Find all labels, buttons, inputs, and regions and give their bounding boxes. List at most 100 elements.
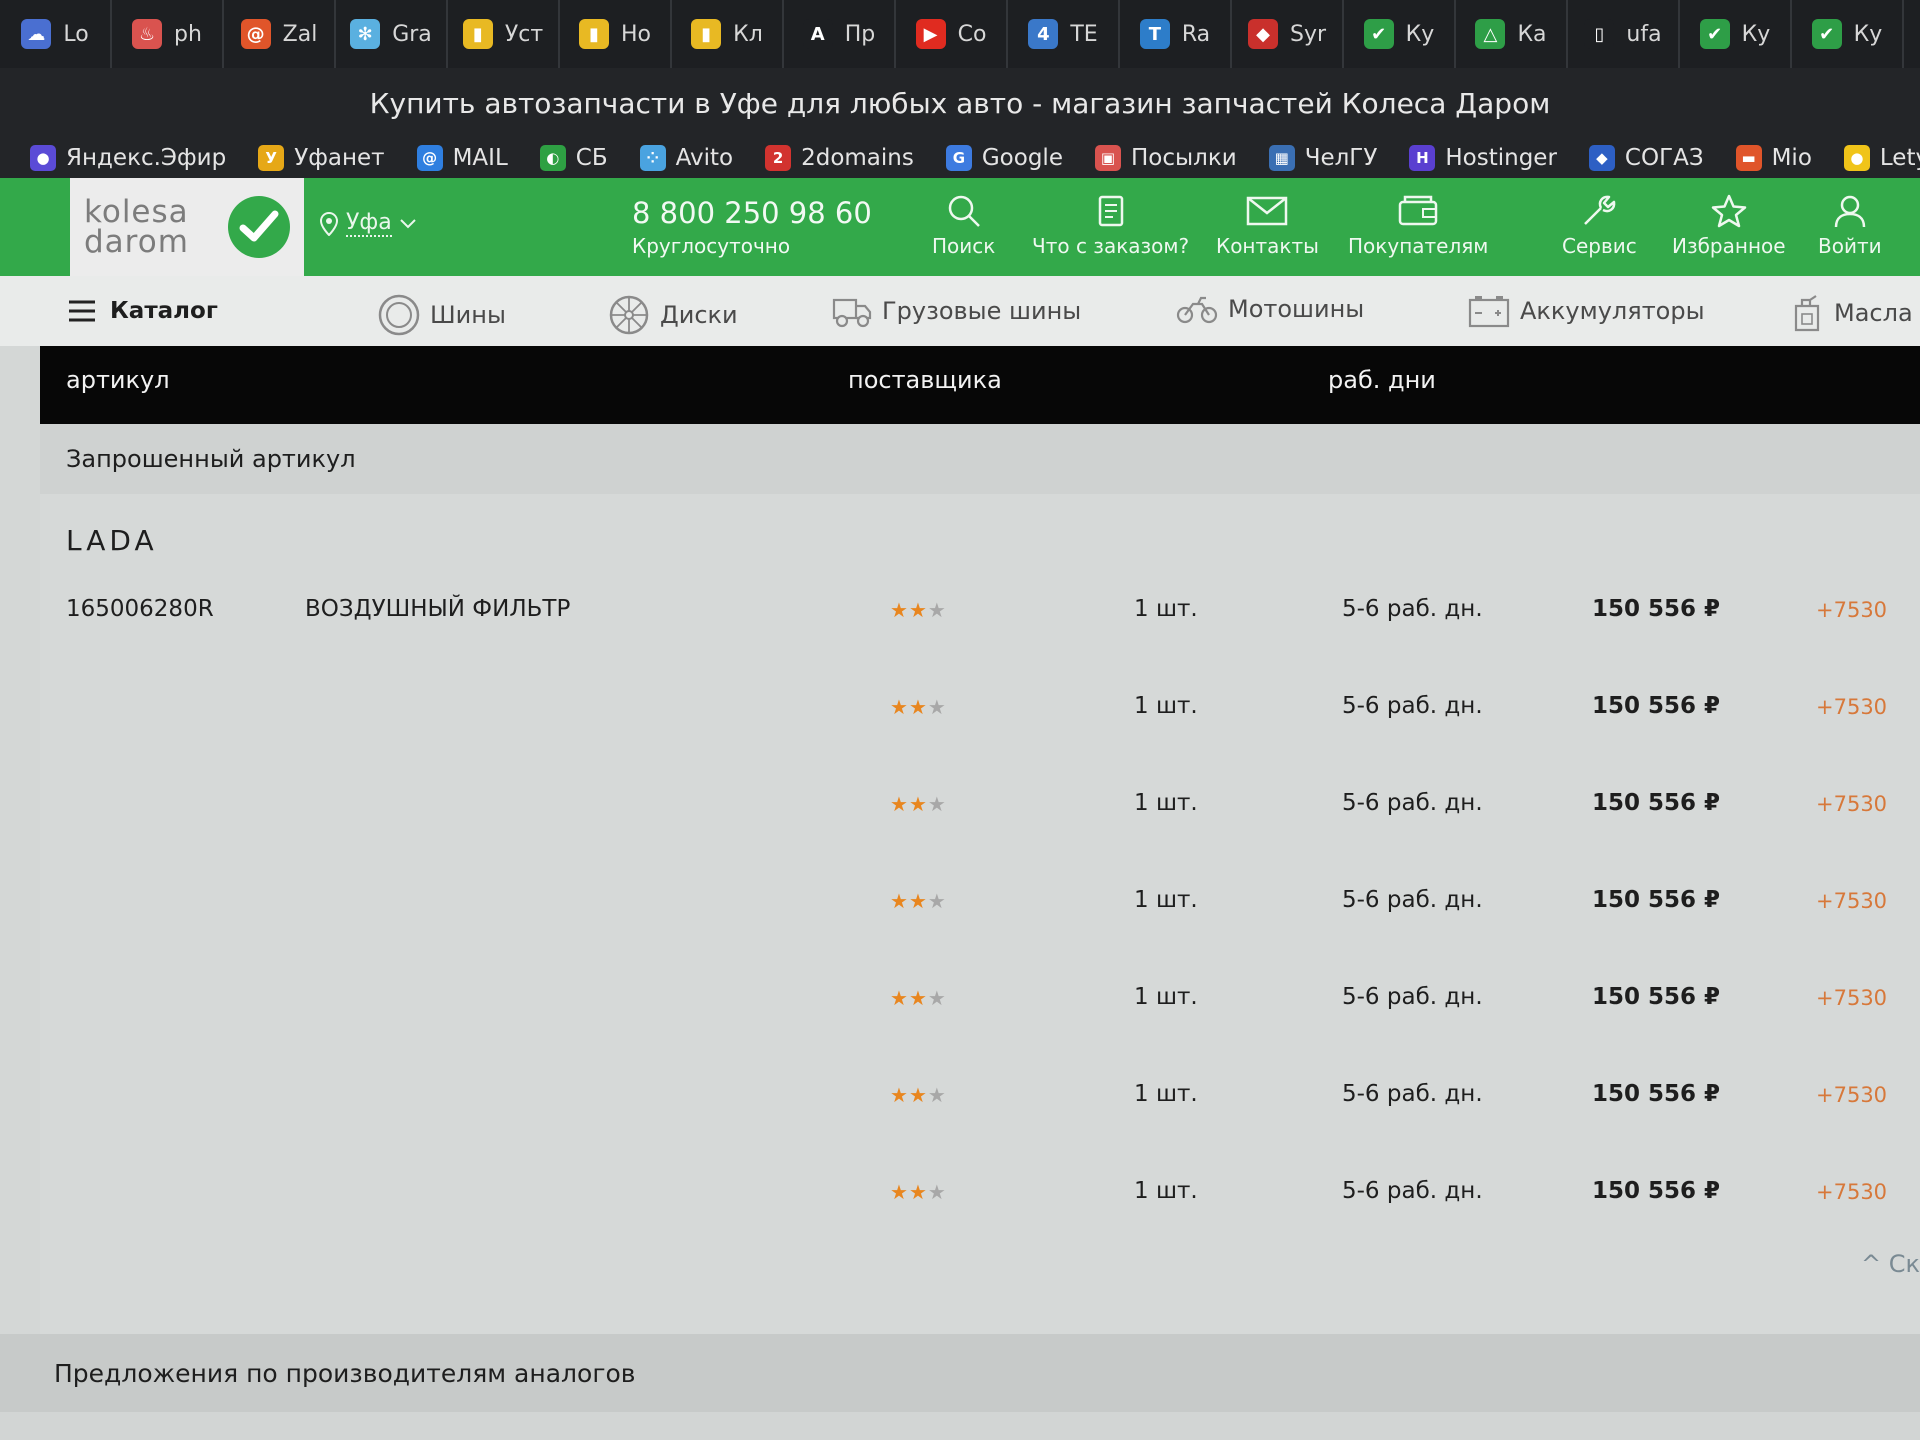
- browser-tab[interactable]: ✔ Ку: [1680, 0, 1792, 68]
- catalog-menu-button[interactable]: Каталог: [68, 298, 218, 324]
- price: 150 556 ₽: [1592, 596, 1721, 622]
- wallet-icon: [1398, 195, 1438, 226]
- results-table-header: артикул поставщика раб. дни: [40, 346, 1920, 424]
- supplier-rating: ★★★: [890, 598, 947, 622]
- delivery-term: 5-6 раб. дн.: [1342, 596, 1483, 622]
- category-wheels[interactable]: Диски: [608, 294, 738, 336]
- bookmark-item[interactable]: ▣ Посылки: [1094, 145, 1237, 171]
- header-supplier: поставщика: [848, 366, 1002, 394]
- price: 150 556 ₽: [1592, 984, 1721, 1010]
- nav-search[interactable]: Поиск: [932, 194, 995, 258]
- scroll-up-label: Ск: [1888, 1250, 1920, 1278]
- star-filled-icon: ★: [890, 598, 909, 622]
- bookmark-label: Mio: [1771, 145, 1812, 171]
- phone-block[interactable]: 8 800 250 98 60 Круглосуточно: [632, 196, 872, 258]
- bookmark-item[interactable]: ⁘ Avito: [639, 145, 733, 171]
- nav-order-status[interactable]: Что с заказом?: [1032, 194, 1189, 258]
- table-row[interactable]: ★★★ 1 шт. 5-6 раб. дн. 150 556 ₽ +7530: [40, 1067, 1920, 1127]
- bookmark-item[interactable]: ▬ Mio: [1735, 145, 1812, 171]
- browser-tab[interactable]: ◆ Syr: [1232, 0, 1344, 68]
- star-empty-icon: ★: [927, 695, 947, 719]
- truck-icon: [832, 298, 872, 328]
- category-tires[interactable]: Шины: [378, 294, 506, 336]
- browser-tab[interactable]: ▮ Уст: [448, 0, 560, 68]
- nav-login[interactable]: Войти: [1818, 194, 1882, 258]
- category-wheels-label: Диски: [660, 301, 738, 329]
- browser-tab[interactable]: @ Zal: [224, 0, 336, 68]
- browser-tab-label: Syr: [1289, 21, 1327, 47]
- bonus-points[interactable]: +7530: [1816, 1083, 1887, 1107]
- bookmark-item[interactable]: G Google: [945, 145, 1063, 171]
- table-row[interactable]: ★★★ 1 шт. 5-6 раб. дн. 150 556 ₽ +7530: [40, 1164, 1920, 1224]
- header-term: раб. дни: [1328, 366, 1436, 394]
- table-row[interactable]: ★★★ 1 шт. 5-6 раб. дн. 150 556 ₽ +7530: [40, 873, 1920, 933]
- google-translate-icon: G: [945, 145, 972, 171]
- scroll-up-button[interactable]: ^ Ск: [1861, 1250, 1920, 1278]
- table-row[interactable]: ★★★ 1 шт. 5-6 раб. дн. 150 556 ₽ +7530: [40, 776, 1920, 836]
- bookmark-item[interactable]: ● LetyShops: [1843, 145, 1920, 171]
- nav-search-label: Поиск: [932, 234, 996, 258]
- category-oils[interactable]: Масла: [1790, 294, 1913, 332]
- category-moto-tires[interactable]: Мотошины: [1176, 294, 1364, 324]
- site-logo[interactable]: kolesa darom: [70, 178, 304, 276]
- browser-tab[interactable]: ▯ ufa: [1568, 0, 1680, 68]
- browser-tab[interactable]: ♨ ph: [112, 0, 224, 68]
- bookmark-item[interactable]: ● Яндекс.Эфир: [30, 145, 226, 171]
- nav-favorites[interactable]: Избранное: [1672, 194, 1786, 258]
- bookmark-item[interactable]: ▦ ЧелГУ: [1268, 145, 1377, 171]
- bookmark-label: Посылки: [1130, 145, 1237, 171]
- analogs-label: Предложения по производителям аналогов: [54, 1358, 636, 1388]
- nav-contacts-label: Контакты: [1216, 234, 1319, 258]
- tire-icon: [378, 294, 420, 336]
- bookmark-label: СОГАЗ: [1624, 145, 1704, 171]
- category-batteries[interactable]: Аккумуляторы: [1468, 294, 1705, 328]
- requested-article-section: Запрошенный артикул: [40, 424, 1920, 494]
- nav-contacts[interactable]: Контакты: [1216, 194, 1319, 258]
- browser-tab[interactable]: ✻ Gra: [336, 0, 448, 68]
- price: 150 556 ₽: [1592, 887, 1721, 913]
- analogs-section[interactable]: Предложения по производителям аналогов: [0, 1334, 1920, 1412]
- order-document-icon: [1098, 195, 1123, 227]
- bookmark-item[interactable]: ◐ СБ: [539, 145, 608, 171]
- browser-tab[interactable]: A Пр: [784, 0, 896, 68]
- browser-tab-label: ufa: [1626, 21, 1662, 47]
- table-row[interactable]: ★★★ 1 шт. 5-6 раб. дн. 150 556 ₽ +7530: [40, 679, 1920, 739]
- star-empty-icon: ★: [927, 986, 947, 1010]
- browser-tab[interactable]: ▮ Кл: [672, 0, 784, 68]
- browser-tab[interactable]: ▶ Co: [896, 0, 1008, 68]
- table-row[interactable]: 165006280R ВОЗДУШНЫЙ ФИЛЬТР ★★★ 1 шт. 5-6 ра…: [40, 582, 1920, 642]
- price: 150 556 ₽: [1592, 790, 1721, 816]
- bonus-points[interactable]: +7530: [1816, 598, 1887, 622]
- bookmark-item[interactable]: @ MAIL: [416, 145, 508, 171]
- browser-tab-label: Lo: [63, 21, 89, 47]
- browser-tab[interactable]: △ Ка: [1456, 0, 1568, 68]
- bookmark-item[interactable]: ◆ СОГАЗ: [1588, 145, 1704, 171]
- bonus-points[interactable]: +7530: [1816, 792, 1887, 816]
- quantity: 1 шт.: [1134, 1178, 1198, 1204]
- browser-tab[interactable]: ✔ Ку: [1344, 0, 1456, 68]
- category-truck-tires-label: Грузовые шины: [882, 297, 1082, 325]
- quantity: 1 шт.: [1134, 887, 1198, 913]
- bonus-points[interactable]: +7530: [1816, 889, 1887, 913]
- browser-tab[interactable]: T Ra: [1120, 0, 1232, 68]
- star-filled-icon: ★: [908, 1083, 928, 1107]
- browser-tab[interactable]: 4 TE: [1008, 0, 1120, 68]
- browser-tab[interactable]: ☁ Lo: [0, 0, 112, 68]
- bookmark-label: 2domains: [801, 145, 914, 171]
- browser-tab[interactable]: ▮ Но: [560, 0, 672, 68]
- supplier-rating: ★★★: [890, 695, 947, 719]
- bonus-points[interactable]: +7530: [1816, 695, 1887, 719]
- nav-service[interactable]: Сервис: [1562, 194, 1637, 258]
- nav-customers[interactable]: Покупателям: [1348, 194, 1488, 258]
- category-truck-tires[interactable]: Грузовые шины: [832, 294, 1081, 328]
- bonus-points[interactable]: +7530: [1816, 986, 1887, 1010]
- table-row[interactable]: ★★★ 1 шт. 5-6 раб. дн. 150 556 ₽ +7530: [40, 970, 1920, 1030]
- bookmark-item[interactable]: H Hostinger: [1409, 145, 1557, 171]
- bookmark-item[interactable]: У Уфанет: [258, 145, 385, 171]
- bookmark-item[interactable]: 2 2domains: [765, 145, 914, 171]
- bookmark-label: MAIL: [452, 145, 508, 171]
- browser-tab-label: Ra: [1181, 21, 1211, 47]
- bonus-points[interactable]: +7530: [1816, 1180, 1887, 1204]
- browser-tab[interactable]: ✔ Ку: [1792, 0, 1904, 68]
- city-selector[interactable]: Уфа: [320, 210, 416, 237]
